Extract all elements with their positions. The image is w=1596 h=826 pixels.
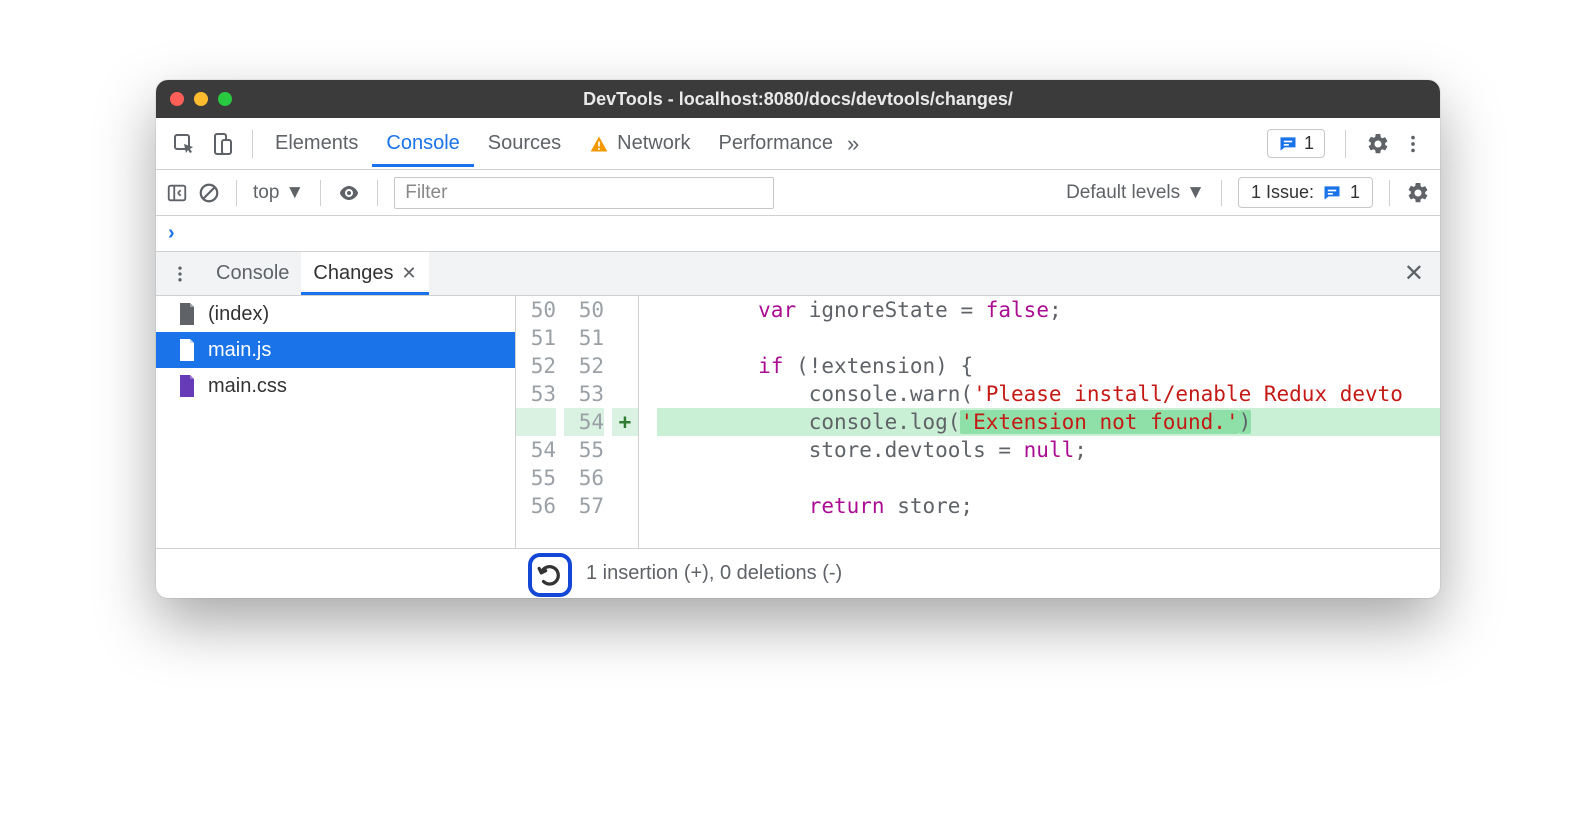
tab-label: Network bbox=[617, 132, 690, 155]
drawer-menu-icon[interactable] bbox=[156, 264, 204, 284]
divider bbox=[320, 180, 321, 206]
chevron-down-icon: ▼ bbox=[1186, 182, 1205, 204]
file-name: (index) bbox=[208, 303, 269, 326]
tab-label: Performance bbox=[719, 132, 834, 155]
context-label: top bbox=[253, 182, 279, 204]
drawer-tab-console[interactable]: Console bbox=[204, 252, 301, 295]
divider bbox=[377, 180, 378, 206]
script-file-icon bbox=[178, 339, 196, 361]
window-minimize-button[interactable] bbox=[194, 92, 208, 106]
console-prompt[interactable]: › bbox=[156, 216, 1440, 252]
divider bbox=[252, 130, 253, 158]
window-zoom-button[interactable] bbox=[218, 92, 232, 106]
chevron-down-icon: ▼ bbox=[285, 182, 304, 204]
traffic-lights bbox=[170, 92, 232, 106]
code-column: var ignoreState = false; if (!extension)… bbox=[638, 296, 1440, 548]
file-name: main.css bbox=[208, 375, 287, 398]
filter-placeholder: Filter bbox=[405, 182, 447, 204]
tab-console[interactable]: Console bbox=[372, 120, 473, 167]
issues-label: 1 Issue: bbox=[1251, 182, 1314, 203]
settings-icon[interactable] bbox=[1366, 132, 1390, 156]
tab-label: Changes bbox=[313, 262, 393, 285]
changes-status-bar: 1 insertion (+), 0 deletions (-) bbox=[156, 548, 1440, 598]
diff-viewer[interactable]: 50515253545556 5051525354555657 + var ig… bbox=[516, 296, 1440, 548]
device-toolbar-icon[interactable] bbox=[210, 132, 234, 156]
divider bbox=[1221, 180, 1222, 206]
tab-label: Elements bbox=[275, 132, 358, 155]
old-line-numbers: 50515253545556 bbox=[516, 296, 564, 548]
tab-network[interactable]: Network bbox=[575, 120, 704, 167]
divider bbox=[1389, 180, 1390, 206]
close-tab-icon[interactable]: ✕ bbox=[401, 263, 416, 284]
tab-label: Console bbox=[386, 132, 459, 155]
clear-console-icon[interactable] bbox=[198, 182, 220, 204]
file-row-mainjs[interactable]: main.js bbox=[156, 332, 515, 368]
tab-performance[interactable]: Performance bbox=[705, 120, 848, 167]
tab-label: Console bbox=[216, 262, 289, 285]
issues-count: 1 bbox=[1350, 182, 1360, 203]
tab-elements[interactable]: Elements bbox=[261, 120, 372, 167]
revert-changes-button[interactable] bbox=[528, 553, 572, 597]
new-line-numbers: 5051525354555657 bbox=[564, 296, 612, 548]
drawer-tab-changes[interactable]: Changes ✕ bbox=[301, 252, 428, 295]
divider bbox=[236, 180, 237, 206]
drawer-tab-bar: Console Changes ✕ ✕ bbox=[156, 252, 1440, 296]
live-expression-icon[interactable] bbox=[337, 181, 361, 205]
diff-markers: + bbox=[612, 296, 638, 548]
drawer-close-icon[interactable]: ✕ bbox=[1388, 259, 1440, 288]
context-selector[interactable]: top ▼ bbox=[253, 182, 304, 204]
console-toolbar: top ▼ Filter Default levels ▼ 1 Issue: 1 bbox=[156, 170, 1440, 216]
kebab-menu-icon[interactable] bbox=[1402, 133, 1424, 155]
message-icon bbox=[1322, 183, 1342, 203]
window-title: DevTools - localhost:8080/docs/devtools/… bbox=[156, 89, 1440, 110]
filter-input[interactable]: Filter bbox=[394, 177, 774, 209]
main-tab-bar: Elements Console Sources Network Perform… bbox=[156, 118, 1440, 170]
levels-label: Default levels bbox=[1066, 182, 1180, 204]
divider bbox=[1345, 130, 1346, 158]
stylesheet-file-icon bbox=[178, 375, 196, 397]
issues-count: 1 bbox=[1304, 133, 1314, 154]
issues-counter[interactable]: 1 bbox=[1267, 129, 1325, 158]
window-close-button[interactable] bbox=[170, 92, 184, 106]
file-name: main.js bbox=[208, 339, 271, 362]
inspect-element-icon[interactable] bbox=[172, 132, 196, 156]
devtools-window: DevTools - localhost:8080/docs/devtools/… bbox=[156, 80, 1440, 598]
console-sidebar-toggle-icon[interactable] bbox=[166, 182, 188, 204]
file-row-maincss[interactable]: main.css bbox=[156, 368, 515, 404]
changes-panel: (index) main.js main.css 50515253545556 … bbox=[156, 296, 1440, 548]
document-icon bbox=[178, 303, 196, 325]
changed-files-tree: (index) main.js main.css bbox=[156, 296, 516, 548]
more-tabs-button[interactable]: » bbox=[847, 131, 859, 157]
changes-summary: 1 insertion (+), 0 deletions (-) bbox=[586, 562, 842, 585]
message-icon bbox=[1278, 134, 1298, 154]
file-row-index[interactable]: (index) bbox=[156, 296, 515, 332]
warning-icon bbox=[589, 134, 609, 154]
titlebar: DevTools - localhost:8080/docs/devtools/… bbox=[156, 80, 1440, 118]
console-settings-icon[interactable] bbox=[1406, 181, 1430, 205]
issues-link[interactable]: 1 Issue: 1 bbox=[1238, 177, 1373, 208]
tab-label: Sources bbox=[488, 132, 561, 155]
log-levels-selector[interactable]: Default levels ▼ bbox=[1066, 182, 1205, 204]
tab-sources[interactable]: Sources bbox=[474, 120, 575, 167]
